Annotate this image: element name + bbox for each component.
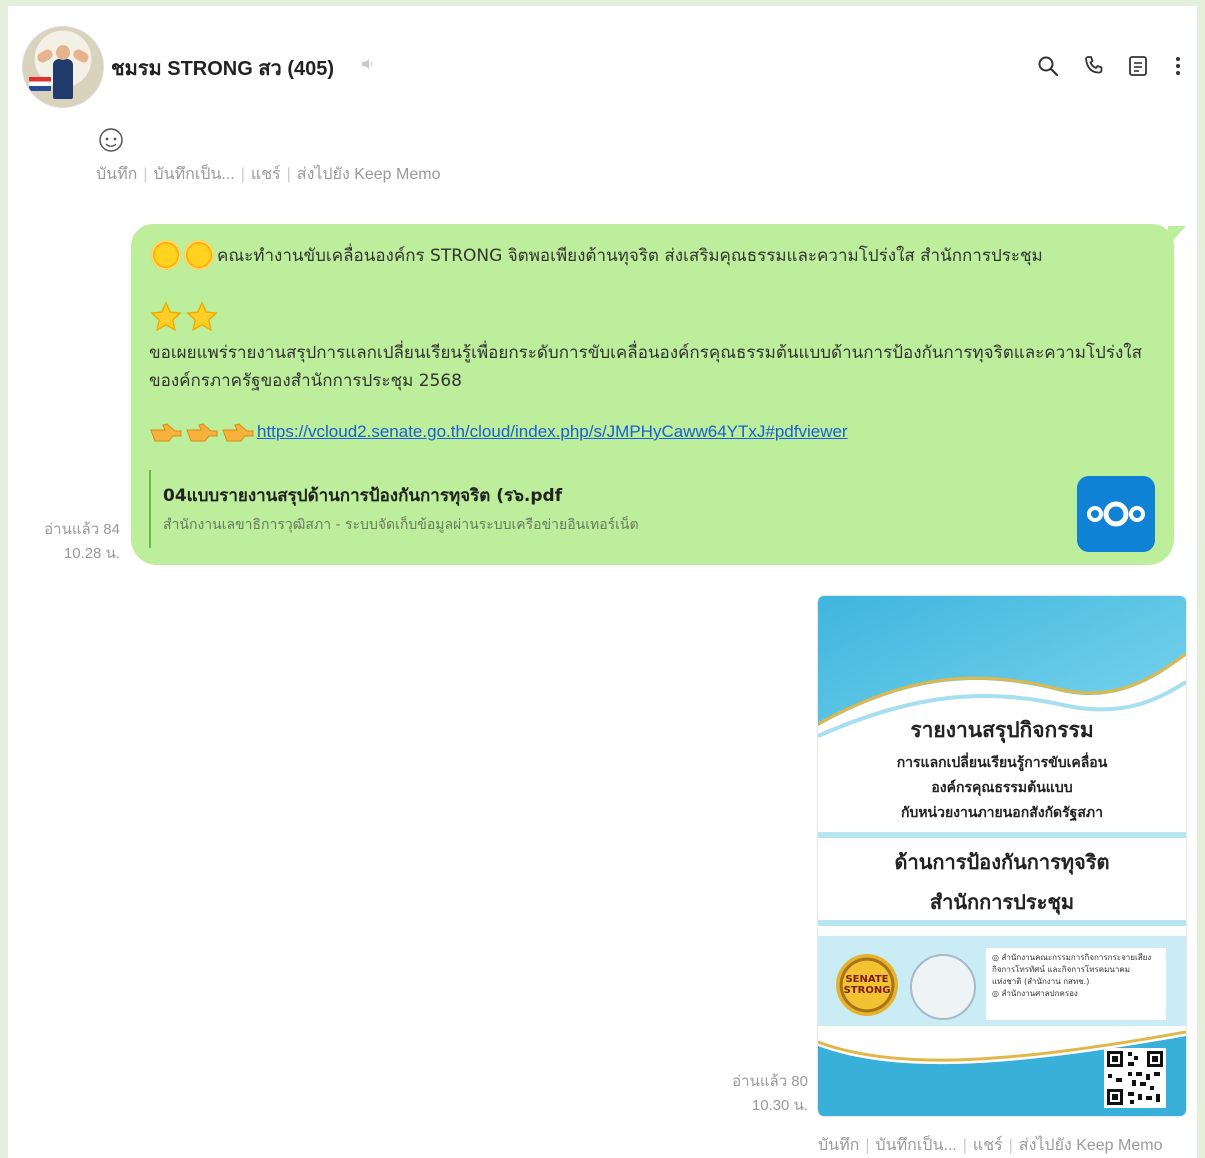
pointing-hand-icon — [222, 423, 254, 442]
sun-emoji-icon — [151, 240, 181, 270]
message-line: คณะทำงานขับเคลื่อนองค์กร STRONG จิตพอเพี… — [151, 240, 1043, 270]
doc-subtitle: สำนักการประชุม — [929, 890, 1075, 914]
timestamp: 10.30 น. — [751, 1097, 808, 1114]
chat-header: ชมรม STRONG สว (405) — [8, 6, 1197, 116]
senate-strong-seal: SENATE STRONG — [836, 954, 898, 1016]
info-line: ◎ สำนักงานคณะกรรมการกิจการกระจายเสียง — [992, 953, 1152, 962]
save-link[interactable]: บันทึก — [818, 1137, 859, 1154]
qr-code-icon — [1104, 1048, 1166, 1108]
doc-title-line: การแลกเปลี่ยนเรียนรู้การขับเคลื่อน — [896, 755, 1108, 771]
message2-meta: อ่านแล้ว 80 10.30 น. — [708, 1070, 808, 1118]
share-link[interactable]: แชร์ — [973, 1137, 1003, 1154]
message1-meta: อ่านแล้ว 84 10.28 น. — [28, 518, 120, 566]
doc-title-line: กับหน่วยงานภายนอกสังกัดรัฐสภา — [900, 805, 1104, 821]
avatar-figure-body — [53, 59, 73, 99]
separator: | — [143, 166, 148, 183]
mute-icon — [362, 59, 373, 69]
separator: | — [240, 166, 245, 183]
divider-band — [818, 832, 1186, 838]
info-line: ◎ สำนักงานศาลปกครอง — [992, 989, 1078, 998]
avatar-flag — [29, 77, 51, 91]
notes-icon[interactable] — [1126, 54, 1150, 78]
link-preview[interactable]: 04แบบรายงานสรุปด้านการป้องกันการทุจริต (… — [149, 470, 1156, 548]
doc-title: รายงานสรุปกิจกรรม — [910, 717, 1094, 742]
memo-actions-top: บันทึก | บันทึกเป็น... | แชร์ | ส่งไปยัง Keep … — [96, 162, 440, 187]
avatar-figure-arm — [35, 47, 55, 65]
doc-title-line: องค์กรคุณธรรมต้นแบบ — [931, 780, 1073, 796]
star-emoji-icon — [186, 301, 218, 332]
timestamp: 10.28 น. — [63, 545, 120, 562]
search-icon[interactable] — [1036, 54, 1060, 78]
doc-subtitle: ด้านการป้องกันการทุจริต — [894, 850, 1110, 874]
info-line: แห่งชาติ (สำนักงาน กสทช.) — [992, 977, 1090, 986]
logo-area: SENATE STRONG ◎ สำนักงานคณะกรรมการกิจการ… — [818, 936, 1186, 1036]
star-emoji-icon — [150, 301, 182, 332]
seal-text: SENATE STRONG — [843, 974, 891, 996]
shared-image[interactable]: รายงานสรุปกิจกรรม การแลกเปลี่ยนเรียนรู้ก… — [818, 596, 1186, 1116]
read-count: อ่านแล้ว 80 — [732, 1073, 808, 1090]
save-as-link[interactable]: บันทึกเป็น... — [153, 166, 234, 183]
shared-link[interactable]: https://vcloud2.senate.go.th/cloud/index… — [257, 422, 848, 442]
pointing-hand-icon — [186, 423, 218, 442]
message-bubble[interactable]: คณะทำงานขับเคลื่อนองค์กร STRONG จิตพอเพี… — [131, 224, 1174, 565]
chat-title[interactable]: ชมรม STRONG สว (405) — [111, 52, 334, 84]
star-emojis — [149, 300, 221, 334]
more-vert-icon[interactable] — [1166, 54, 1190, 78]
share-link[interactable]: แชร์ — [251, 166, 281, 183]
keep-memo-link[interactable]: ส่งไปยัง Keep Memo — [297, 166, 441, 183]
agency-info-box: ◎ สำนักงานคณะกรรมการกิจการกระจายเสียง กิ… — [986, 948, 1166, 1020]
agency-seal-icon — [910, 954, 976, 1020]
divider-band — [818, 920, 1186, 926]
chat-window: ชมรม STRONG สว (405) บันทึก | บันทึกเป็น… — [8, 6, 1197, 1158]
separator: | — [286, 166, 291, 183]
save-link[interactable]: บันทึก — [96, 166, 137, 183]
preview-title: 04แบบรายงานสรุปด้านการป้องกันการทุจริต (… — [163, 486, 563, 506]
sticker-icon[interactable] — [96, 124, 126, 154]
avatar-figure-head — [56, 45, 70, 60]
group-avatar[interactable] — [22, 26, 104, 108]
sun-emoji-icon — [184, 240, 214, 270]
doc-subtitle-box: ด้านการป้องกันการทุจริต สำนักการประชุม — [818, 840, 1186, 918]
separator: | — [962, 1137, 967, 1154]
keep-memo-link[interactable]: ส่งไปยัง Keep Memo — [1019, 1137, 1163, 1154]
info-line: กิจการโทรทัศน์ และกิจการโทรคมนาคม — [992, 965, 1130, 974]
doc-title-box: รายงานสรุปกิจกรรม การแลกเปลี่ยนเรียนรู้ก… — [818, 708, 1186, 832]
message-heading: คณะทำงานขับเคลื่อนองค์กร STRONG จิตพอเพี… — [217, 245, 1043, 266]
separator: | — [865, 1137, 870, 1154]
nextcloud-logo-icon — [1077, 476, 1155, 552]
separator: | — [1008, 1137, 1013, 1154]
message-paragraph: ขอเผยแพร่รายงานสรุปการแลกเปลี่ยนเรียนรู้… — [149, 343, 1142, 391]
phone-icon[interactable] — [1082, 54, 1106, 78]
pointing-hand-icon — [150, 423, 182, 442]
read-count: อ่านแล้ว 84 — [44, 521, 120, 538]
avatar-figure-arm — [71, 47, 91, 65]
link-line: https://vcloud2.senate.go.th/cloud/index… — [149, 420, 848, 444]
preview-source: สำนักงานเลขาธิการวุฒิสภา - ระบบจัดเก็บข้… — [163, 517, 639, 533]
memo-actions-bottom: บันทึก | บันทึกเป็น... | แชร์ | ส่งไปยัง Keep … — [818, 1133, 1162, 1158]
save-as-link[interactable]: บันทึกเป็น... — [875, 1137, 956, 1154]
